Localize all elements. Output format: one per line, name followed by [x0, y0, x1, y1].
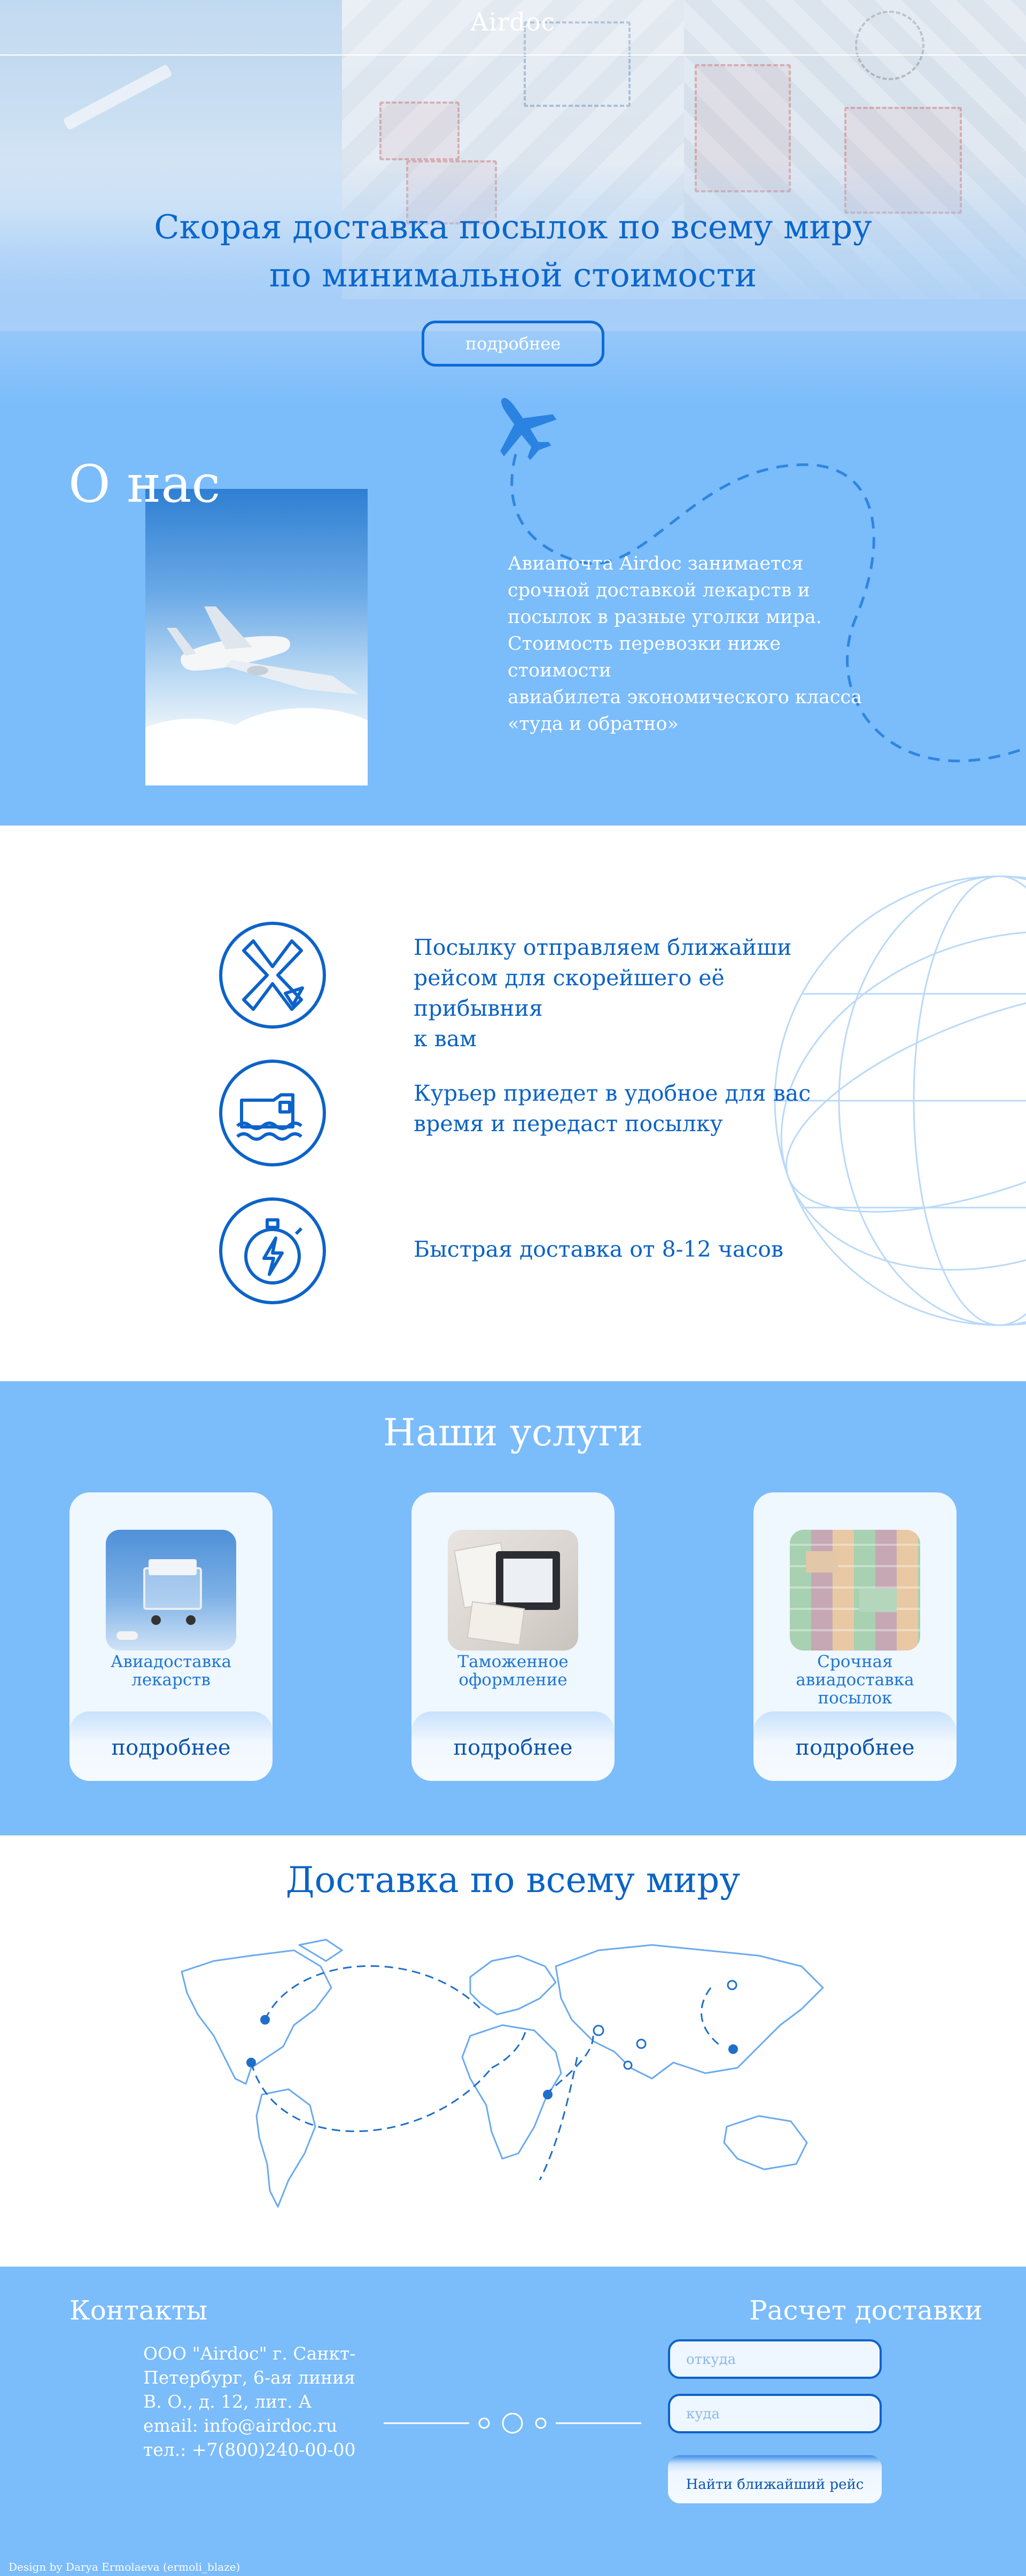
- parcel-boxes-photo: [790, 1530, 920, 1651]
- about-airplane-photo: [145, 489, 368, 785]
- delivery-truck-icon: [219, 1060, 326, 1166]
- airplane-illustration: [167, 606, 359, 695]
- service-more-button[interactable]: подробнее: [69, 1736, 273, 1760]
- hero-title: Скорая доставка посылок по всему миру по…: [154, 207, 872, 294]
- brand-logo[interactable]: Airdoc: [0, 7, 1026, 36]
- calculator-title: Расчет доставки: [749, 2295, 983, 2326]
- about-title: О нас: [68, 454, 221, 514]
- service-more-button[interactable]: подробнее: [753, 1736, 957, 1760]
- asia-shape: [555, 1944, 824, 2080]
- map-markers: [246, 2015, 738, 2099]
- service-card-parcels[interactable]: Срочная авиадоставка посылок подробнее: [753, 1492, 957, 1781]
- airplane-cross-icon: [219, 922, 326, 1029]
- email-link[interactable]: email: info@airdoc.ru: [143, 2414, 368, 2438]
- medicine-cart-photo: [106, 1530, 236, 1651]
- feature-text-2: Курьер приедет в удобное для вас время и…: [414, 1080, 811, 1137]
- south-america-shape: [255, 2088, 316, 2208]
- service-card-medicine[interactable]: Авиадоставка лекарств подробнее: [69, 1492, 273, 1781]
- service-card-customs[interactable]: Таможенное оформление подробнее: [411, 1492, 615, 1781]
- service-card-label: Срочная авиадоставка посылок: [796, 1652, 914, 1708]
- feature-text-3: Быстрая доставка от 8-12 часов: [414, 1236, 784, 1262]
- phone-link[interactable]: тел.: +7(800)240-00-00: [143, 2438, 368, 2462]
- customs-documents-photo: [448, 1530, 578, 1651]
- origin-input[interactable]: [668, 2339, 882, 2379]
- feature-text-1: Посылку отправляем ближайши рейсом для с…: [414, 935, 792, 1052]
- europe-shape: [469, 1955, 557, 2015]
- about-description: Авиапочта Airdoc занимается срочной дост…: [508, 553, 862, 735]
- service-card-label: Авиадоставка лекарств: [110, 1652, 232, 1690]
- destination-input[interactable]: [668, 2394, 882, 2433]
- find-flight-button[interactable]: Найти ближайший рейс: [668, 2455, 882, 2503]
- stopwatch-lightning-icon: [219, 1197, 326, 1304]
- contact-details: ООО "Airdoc" г. Санкт- Петербург, 6-ая л…: [143, 2341, 368, 2462]
- service-more-button[interactable]: подробнее: [411, 1736, 615, 1760]
- service-card-label: Таможенное оформление: [457, 1652, 569, 1690]
- hero-section: Airdoc Скорая доставка посылок по всему …: [0, 0, 1026, 406]
- contacts-title: Контакты: [69, 2295, 208, 2326]
- services-title: Наши услуги: [383, 1411, 643, 1454]
- decorative-divider: [384, 2412, 641, 2434]
- world-map: [181, 1939, 824, 2208]
- hero-more-button[interactable]: подробнее: [422, 321, 604, 367]
- australia-shape: [723, 2115, 808, 2170]
- north-america-shape: [181, 1949, 332, 2085]
- airplane-icon: [500, 398, 557, 461]
- design-credit: Design by Darya Ermolaeva (ermoli_blaze): [9, 2561, 240, 2573]
- world-title: Доставка по всему миру: [285, 1859, 741, 1901]
